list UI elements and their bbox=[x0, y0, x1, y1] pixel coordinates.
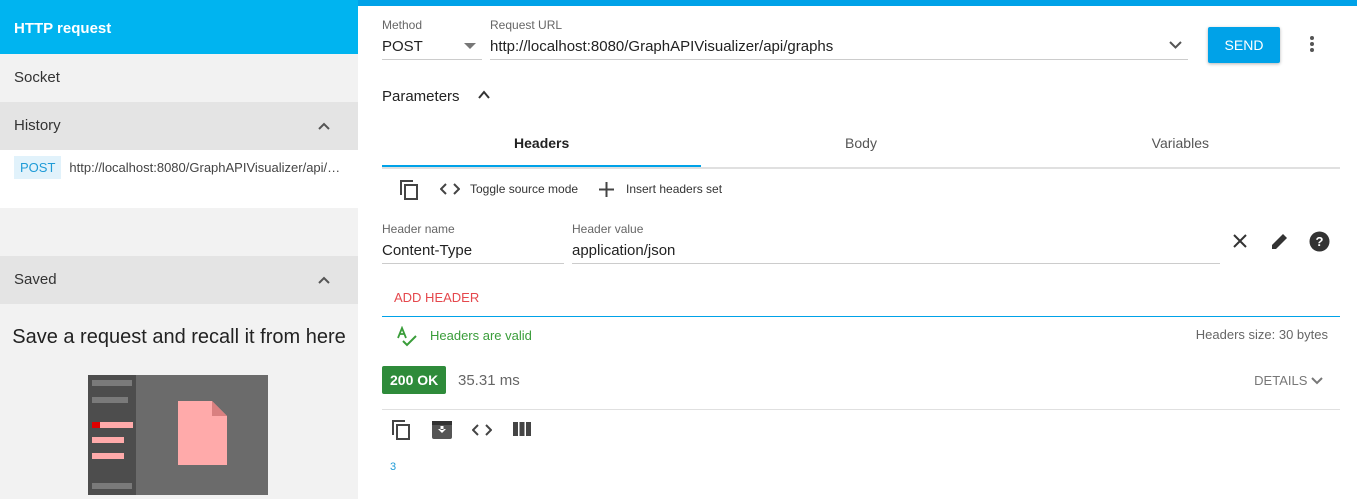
close-icon[interactable] bbox=[1233, 234, 1247, 248]
parameters-toggle[interactable]: Parameters bbox=[382, 88, 460, 105]
headers-size-text: Headers size: 30 bytes bbox=[1195, 327, 1328, 342]
help-icon[interactable]: ? bbox=[1309, 231, 1330, 252]
response-body: 3 bbox=[390, 461, 397, 473]
history-label: History bbox=[14, 117, 61, 134]
header-value-label: Header value bbox=[572, 222, 644, 236]
edit-icon[interactable] bbox=[1270, 232, 1289, 251]
status-badge: 200 OK bbox=[382, 366, 447, 394]
response-time: 35.31 ms bbox=[458, 372, 520, 389]
sidebar-item-http-request[interactable]: HTTP request bbox=[0, 0, 358, 54]
columns-icon[interactable] bbox=[513, 422, 531, 436]
insert-headers-set-button[interactable]: Insert headers set bbox=[626, 182, 722, 196]
method-label: Method bbox=[382, 18, 423, 32]
chevron-down-icon bbox=[1311, 377, 1323, 385]
code-icon[interactable] bbox=[472, 424, 492, 436]
url-input[interactable]: http://localhost:8080/GraphAPIVisualizer… bbox=[490, 38, 833, 55]
send-button[interactable]: SEND bbox=[1208, 27, 1280, 63]
chevron-up-icon[interactable] bbox=[318, 120, 330, 132]
toggle-source-mode-button[interactable]: Toggle source mode bbox=[470, 182, 578, 196]
headers-valid-text: Headers are valid bbox=[430, 328, 532, 343]
method-badge: POST bbox=[14, 156, 62, 179]
url-label: Request URL bbox=[490, 18, 563, 32]
more-vert-icon[interactable] bbox=[1309, 35, 1315, 53]
add-icon[interactable] bbox=[599, 182, 614, 197]
chevron-up-icon[interactable] bbox=[318, 274, 330, 286]
header-name-label: Header name bbox=[382, 222, 455, 236]
svg-text:?: ? bbox=[1316, 234, 1324, 249]
saved-label: Saved bbox=[14, 271, 57, 288]
sidebar-item-history[interactable]: History bbox=[0, 102, 358, 150]
copy-icon[interactable] bbox=[399, 179, 419, 201]
chevron-down-icon[interactable] bbox=[464, 43, 476, 50]
chevron-up-icon[interactable] bbox=[478, 90, 490, 100]
param-tabs: Headers Body Variables bbox=[382, 123, 1340, 169]
method-select[interactable]: POST bbox=[382, 38, 423, 55]
spellcheck-icon bbox=[397, 326, 417, 347]
header-value-input[interactable]: application/json bbox=[572, 242, 675, 259]
sidebar-item-socket[interactable]: Socket bbox=[0, 54, 358, 102]
request-panel: Method POST Request URL http://localhost… bbox=[358, 6, 1357, 499]
details-label: DETAILS bbox=[1254, 373, 1308, 388]
sidebar-item-saved[interactable]: Saved bbox=[0, 256, 358, 304]
tab-variables[interactable]: Variables bbox=[1021, 123, 1340, 167]
code-icon[interactable] bbox=[440, 183, 460, 195]
saved-empty-message: Save a request and recall it from here bbox=[12, 326, 346, 348]
add-header-button[interactable]: ADD HEADER bbox=[394, 290, 479, 305]
header-name-input[interactable]: Content-Type bbox=[382, 242, 472, 259]
saved-illustration bbox=[88, 375, 268, 495]
archive-icon[interactable] bbox=[432, 421, 452, 439]
tab-body[interactable]: Body bbox=[701, 123, 1020, 167]
details-toggle[interactable]: DETAILS bbox=[1254, 373, 1323, 388]
history-item[interactable]: POST http://localhost:8080/GraphAPIVisua… bbox=[0, 150, 358, 208]
tab-headers[interactable]: Headers bbox=[382, 123, 702, 167]
copy-icon[interactable] bbox=[391, 419, 411, 441]
chevron-down-icon[interactable] bbox=[1169, 41, 1182, 49]
history-url: http://localhost:8080/GraphAPIVisualizer… bbox=[69, 160, 344, 175]
